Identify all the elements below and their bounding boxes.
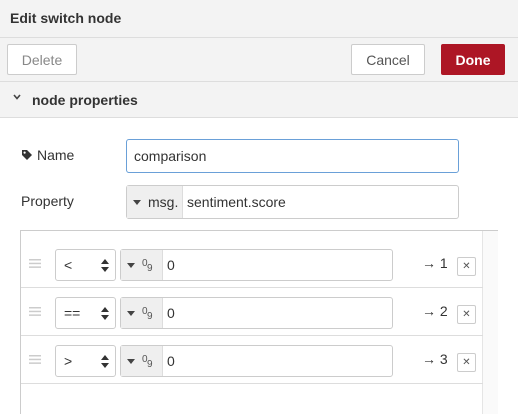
caret-down-icon <box>133 199 141 205</box>
done-button[interactable]: Done <box>441 44 505 75</box>
rule-value-input[interactable]: 09 0 <box>120 297 393 329</box>
drag-handle-icon[interactable] <box>29 355 41 364</box>
tray-toolbar: Delete Cancel Done <box>0 38 518 82</box>
operator-value: == <box>64 305 81 321</box>
tag-icon <box>22 150 32 160</box>
operator-select[interactable]: == <box>55 297 116 329</box>
operator-select[interactable]: < <box>55 249 116 281</box>
tray-title: Edit switch node <box>10 10 122 26</box>
number-type-icon: 09 <box>142 258 153 274</box>
drag-handle-icon[interactable] <box>29 259 41 268</box>
node-properties-section-header[interactable]: node properties <box>0 82 518 118</box>
section-title: node properties <box>32 92 138 108</box>
select-arrows-icon <box>101 259 109 272</box>
select-arrows-icon <box>101 355 109 368</box>
value-type-selector[interactable]: 09 <box>121 250 163 280</box>
operator-value: < <box>64 257 73 273</box>
tray-header: Edit switch node <box>0 0 518 38</box>
property-type-selector[interactable]: msg. <box>127 186 183 218</box>
cancel-button[interactable]: Cancel <box>351 44 425 75</box>
name-input[interactable]: comparison <box>126 139 459 173</box>
value-type-selector[interactable]: 09 <box>121 298 163 328</box>
rule-value-input[interactable]: 09 0 <box>120 249 393 281</box>
value-type-selector[interactable]: 09 <box>121 346 163 376</box>
name-label: Name <box>21 147 74 163</box>
select-arrows-icon <box>101 307 109 320</box>
rule-row: == 09 0 → 2 ✕ <box>21 288 483 336</box>
rule-row: < 09 0 → 1 ✕ <box>21 240 483 288</box>
output-label: → 2 <box>422 303 448 319</box>
operator-select[interactable]: > <box>55 345 116 377</box>
caret-down-icon <box>127 310 135 316</box>
caret-down-icon <box>127 358 135 364</box>
output-label: → 1 <box>422 255 448 271</box>
rule-value-input[interactable]: 09 0 <box>120 345 393 377</box>
property-label: Property <box>21 193 74 209</box>
number-type-icon: 09 <box>142 354 153 370</box>
remove-rule-button[interactable]: ✕ <box>457 353 476 372</box>
number-type-icon: 09 <box>142 306 153 322</box>
property-type-label: msg. <box>148 194 179 210</box>
rule-value[interactable]: 0 <box>163 346 175 376</box>
property-input[interactable]: msg. sentiment.score <box>126 185 459 219</box>
property-value[interactable]: sentiment.score <box>183 186 286 218</box>
remove-rule-button[interactable]: ✕ <box>457 257 476 276</box>
remove-rule-button[interactable]: ✕ <box>457 305 476 324</box>
delete-button[interactable]: Delete <box>7 44 77 75</box>
caret-down-icon <box>127 262 135 268</box>
drag-handle-icon[interactable] <box>29 307 41 316</box>
name-label-text: Name <box>37 147 75 163</box>
rule-row: > 09 0 → 3 ✕ <box>21 336 483 384</box>
rule-value[interactable]: 0 <box>163 298 175 328</box>
rule-value[interactable]: 0 <box>163 250 175 280</box>
output-label: → 3 <box>422 351 448 367</box>
rules-scrollbar[interactable] <box>482 231 498 414</box>
chevron-down-icon <box>13 94 21 100</box>
operator-value: > <box>64 353 73 369</box>
